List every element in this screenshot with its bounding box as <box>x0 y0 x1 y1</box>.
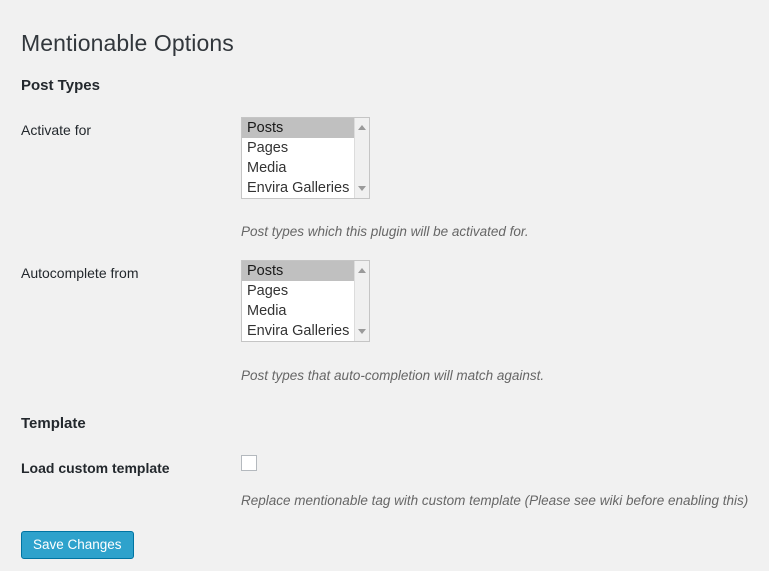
list-item[interactable]: Media <box>242 158 354 178</box>
list-item[interactable]: Posts <box>242 261 354 281</box>
list-item[interactable]: Pages <box>242 138 354 158</box>
list-item[interactable]: Envira Galleries <box>242 178 354 198</box>
triangle-up-icon[interactable] <box>358 125 366 130</box>
activate-for-option-list[interactable]: Posts Pages Media Envira Galleries <box>242 118 354 198</box>
save-changes-button[interactable]: Save Changes <box>21 531 134 559</box>
list-item[interactable]: Pages <box>242 281 354 301</box>
autocomplete-from-scrollbar[interactable] <box>354 261 369 341</box>
page-title: Mentionable Options <box>21 30 234 57</box>
field-label-activate-for: Activate for <box>21 122 92 138</box>
list-item[interactable]: Media <box>242 301 354 321</box>
autocomplete-from-multiselect[interactable]: Posts Pages Media Envira Galleries <box>241 260 370 342</box>
help-text-activate-for: Post types which this plugin will be act… <box>241 223 529 239</box>
activate-for-scrollbar[interactable] <box>354 118 369 198</box>
section-heading-post-types: Post Types <box>21 77 100 95</box>
section-heading-template: Template <box>21 415 86 433</box>
activate-for-multiselect[interactable]: Posts Pages Media Envira Galleries <box>241 117 370 199</box>
triangle-down-icon[interactable] <box>358 329 366 334</box>
field-label-load-custom-template: Load custom template <box>21 460 170 476</box>
help-text-autocomplete-from: Post types that auto-completion will mat… <box>241 367 545 383</box>
autocomplete-from-option-list[interactable]: Posts Pages Media Envira Galleries <box>242 261 354 341</box>
help-text-load-custom-template: Replace mentionable tag with custom temp… <box>241 492 749 508</box>
load-custom-template-checkbox[interactable] <box>241 455 257 471</box>
list-item[interactable]: Envira Galleries <box>242 321 354 341</box>
list-item[interactable]: Posts <box>242 118 354 138</box>
options-page: Mentionable Options Post Types Activate … <box>0 0 769 571</box>
field-label-autocomplete-from: Autocomplete from <box>21 265 139 281</box>
triangle-down-icon[interactable] <box>358 186 366 191</box>
triangle-up-icon[interactable] <box>358 268 366 273</box>
